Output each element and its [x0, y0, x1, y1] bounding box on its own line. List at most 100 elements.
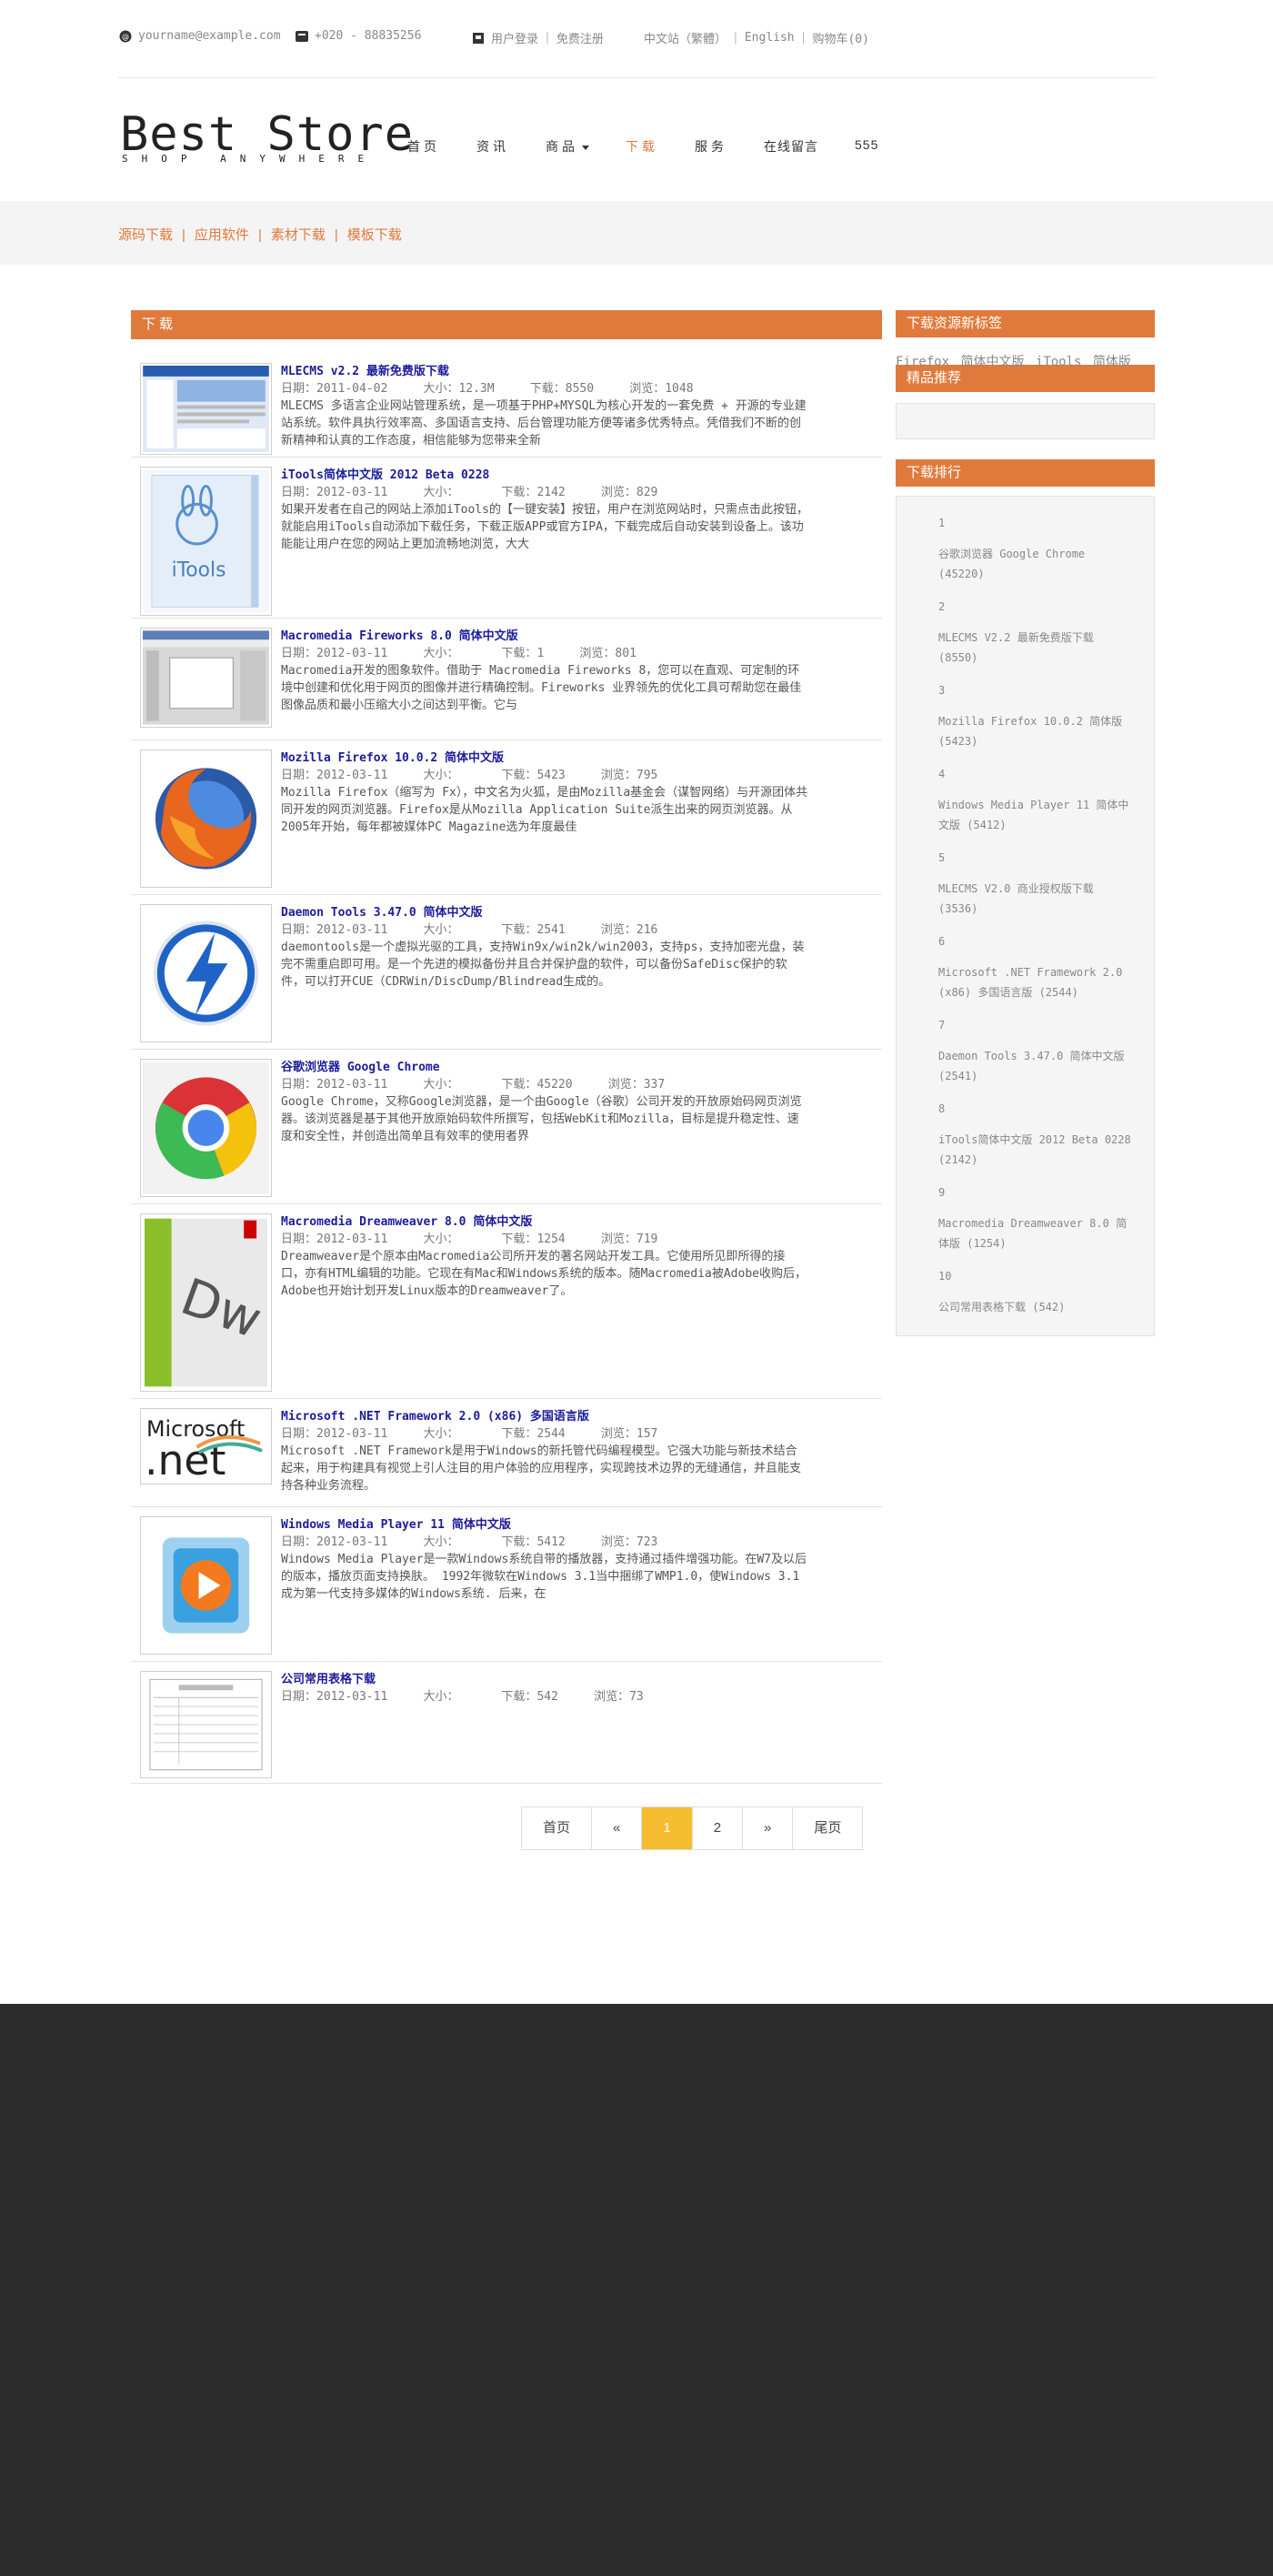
item-meta: 日期：2012-03-11 大小： 下载：45220 浏览：337 [281, 1078, 666, 1092]
item-thumbnail[interactable] [140, 904, 272, 1042]
download-list: 下载 MLECMS v2.2 最新免费版下载 日期：2011-04-02 大小：… [131, 310, 882, 1784]
item-thumbnail[interactable] [140, 628, 272, 728]
rank-item[interactable]: Macromedia Dreamweaver 8.0 简体版 (1254) [938, 1213, 1134, 1253]
main-title: 下载 [131, 310, 882, 339]
item-title[interactable]: Mozilla Firefox 10.0.2 简体中文版 [281, 750, 808, 767]
item-title[interactable]: 谷歌浏览器 Google Chrome [281, 1059, 808, 1076]
dotnet-icon: Microsoft.net [143, 1411, 269, 1484]
user-icon [471, 32, 486, 45]
nav-downloads[interactable]: 下载 [626, 137, 658, 156]
chevron-down-icon [582, 145, 589, 150]
page-first[interactable]: 首页 [522, 1807, 593, 1849]
nav-services[interactable]: 服务 [695, 137, 727, 156]
subnav-templates[interactable]: 模板下载 [347, 227, 402, 243]
item-meta: 日期：2011-04-02 大小：12.3M 下载：8550 浏览：1048 [281, 382, 694, 396]
pagination: 首页 « 1 2 » 尾页 [521, 1806, 864, 1850]
cart-link[interactable]: 购物车(0) [812, 29, 868, 46]
rank-item[interactable]: MLECMS V2.2 最新免费版下载 (8550) [938, 628, 1134, 668]
tag-link[interactable]: 简体中文版 [960, 355, 1024, 369]
item-title[interactable]: MLECMS v2.2 最新免费版下载 [281, 363, 808, 380]
svg-text:iTools: iTools [172, 559, 226, 582]
user-links: 用户登录 | 免费注册 [471, 29, 604, 46]
item-title[interactable]: Macromedia Dreamweaver 8.0 简体中文版 [281, 1213, 808, 1231]
subnav-materials[interactable]: 素材下载 [271, 227, 326, 243]
lang-cn-link[interactable]: 中文站（繁體） [644, 29, 727, 46]
item-thumbnail[interactable] [140, 363, 272, 455]
item-title[interactable]: Daemon Tools 3.47.0 简体中文版 [281, 904, 808, 921]
top-bar: @ yourname@example.com +020 - 88835256 用… [118, 0, 1155, 78]
item-title[interactable]: Windows Media Player 11 简体中文版 [281, 1516, 808, 1534]
rank-item[interactable]: Daemon Tools 3.47.0 简体中文版 (2541) [938, 1046, 1134, 1086]
media-player-icon [143, 1519, 269, 1652]
rank-item[interactable]: 谷歌浏览器 Google Chrome (45220) [938, 544, 1134, 584]
item-title[interactable]: Macromedia Fireworks 8.0 简体中文版 [281, 628, 808, 645]
rank-box: 1 谷歌浏览器 Google Chrome (45220) 2 MLECMS V… [896, 496, 1155, 1336]
item-thumbnail[interactable] [140, 750, 272, 888]
nav-home[interactable]: 首页 [407, 137, 440, 156]
item-meta: 日期：2012-03-11 大小： 下载：542 浏览：73 [281, 1690, 644, 1704]
item-thumbnail[interactable]: Microsoft .net [140, 1408, 272, 1484]
rank-number: 9 [938, 1186, 946, 1199]
rank-item[interactable]: 公司常用表格下载 (542) [938, 1297, 1134, 1317]
mail-icon: @ [118, 30, 133, 43]
item-thumbnail[interactable] [140, 1671, 272, 1778]
rank-item[interactable]: iTools简体中文版 2012 Beta 0228 (2142) [938, 1130, 1134, 1170]
header: Best Store SHOP ANYWHERE 首页 资讯 商品 下载 服务 … [118, 78, 1155, 201]
list-item: Macromedia Fireworks 8.0 简体中文版 日期：2012-0… [131, 619, 882, 740]
lang-en-link[interactable]: English [745, 31, 795, 45]
item-thumbnail[interactable]: Dw [140, 1213, 272, 1392]
item-title[interactable]: Microsoft .NET Framework 2.0 (x86) 多国语言版 [281, 1408, 808, 1425]
rank-item[interactable]: Mozilla Firefox 10.0.2 简体版 (5423) [938, 711, 1134, 751]
logo[interactable]: Best Store SHOP ANYWHERE [120, 111, 414, 165]
login-link[interactable]: 用户登录 [491, 29, 538, 46]
main-nav: 首页 资讯 商品 下载 服务 在线留言 555 [407, 137, 915, 156]
rank-item[interactable]: Windows Media Player 11 简体中文版 (5412) [938, 795, 1134, 835]
page-next[interactable]: » [743, 1807, 794, 1849]
nav-products[interactable]: 商品 [546, 137, 589, 156]
rank-item[interactable]: Microsoft .NET Framework 2.0 (x86) 多国语言版… [938, 962, 1134, 1002]
tag-link[interactable]: iTools [1036, 355, 1082, 369]
item-title[interactable]: 公司常用表格下载 [281, 1671, 808, 1688]
lang-links: 中文站（繁體） | English | 购物车(0) [644, 29, 869, 46]
item-desc: daemontools是一个虚拟光驱的工具，支持Win9x/win2k/win2… [281, 941, 805, 989]
screenshot-icon [143, 366, 269, 452]
page-1[interactable]: 1 [642, 1807, 693, 1849]
item-thumbnail[interactable] [140, 1516, 272, 1655]
item-desc: Google Chrome，又称Google浏览器，是一个由Google（谷歌）… [281, 1095, 802, 1143]
document-icon [143, 1674, 269, 1776]
dreamweaver-icon: Dw [143, 1216, 269, 1389]
screenshot-icon [143, 630, 269, 725]
register-link[interactable]: 免费注册 [556, 29, 604, 46]
subnav-source[interactable]: 源码下载 [118, 227, 173, 243]
logo-title: Best Store [120, 107, 415, 162]
tag-link[interactable]: 简体版 [1093, 355, 1131, 369]
svg-text:@: @ [122, 33, 129, 41]
list-item: Daemon Tools 3.47.0 简体中文版 日期：2012-03-11 … [131, 895, 882, 1050]
rank-number: 3 [938, 684, 946, 697]
list-item: Windows Media Player 11 简体中文版 日期：2012-03… [131, 1507, 882, 1662]
item-title[interactable]: iTools简体中文版 2012 Beta 0228 [281, 467, 808, 484]
page-2[interactable]: 2 [693, 1807, 744, 1849]
item-desc: Dreamweaver是个原本由Macromedia公司所开发的著名网站开发工具… [281, 1250, 807, 1298]
item-meta: 日期：2012-03-11 大小： 下载：2142 浏览：829 [281, 486, 658, 499]
rank-number: 7 [938, 1019, 946, 1031]
page-last[interactable]: 尾页 [793, 1807, 862, 1849]
item-desc: 如果开发者在自己的网站上添加iTools的【一键安装】按钮，用户在浏览网站时，只… [281, 503, 808, 551]
list-item: MLECMS v2.2 最新免费版下载 日期：2011-04-02 大小：12.… [131, 354, 882, 458]
list-item: Mozilla Firefox 10.0.2 简体中文版 日期：2012-03-… [131, 740, 882, 895]
item-meta: 日期：2012-03-11 大小： 下载：5423 浏览：795 [281, 769, 658, 782]
list-item: Dw Macromedia Dreamweaver 8.0 简体中文版 日期：2… [131, 1204, 882, 1399]
nav-news[interactable]: 资讯 [476, 137, 509, 156]
rank-item[interactable]: MLECMS V2.0 商业授权版下载 (3536) [938, 879, 1134, 919]
nav-555[interactable]: 555 [855, 137, 878, 156]
subnav-software[interactable]: 应用软件 [195, 227, 249, 243]
item-thumbnail[interactable]: iTools [140, 467, 272, 616]
itools-icon: iTools [143, 469, 269, 613]
content: 下载 MLECMS v2.2 最新免费版下载 日期：2011-04-02 大小：… [0, 265, 1273, 2004]
rank-number: 10 [938, 1270, 952, 1283]
item-thumbnail[interactable] [140, 1059, 272, 1197]
sidebar: 下载资源新标签 Firefox 简体中文版 iTools 简体版 精品推荐 下载… [896, 310, 1155, 1336]
firefox-icon [143, 752, 269, 885]
page-prev[interactable]: « [592, 1807, 643, 1849]
nav-guestbook[interactable]: 在线留言 [764, 137, 818, 156]
